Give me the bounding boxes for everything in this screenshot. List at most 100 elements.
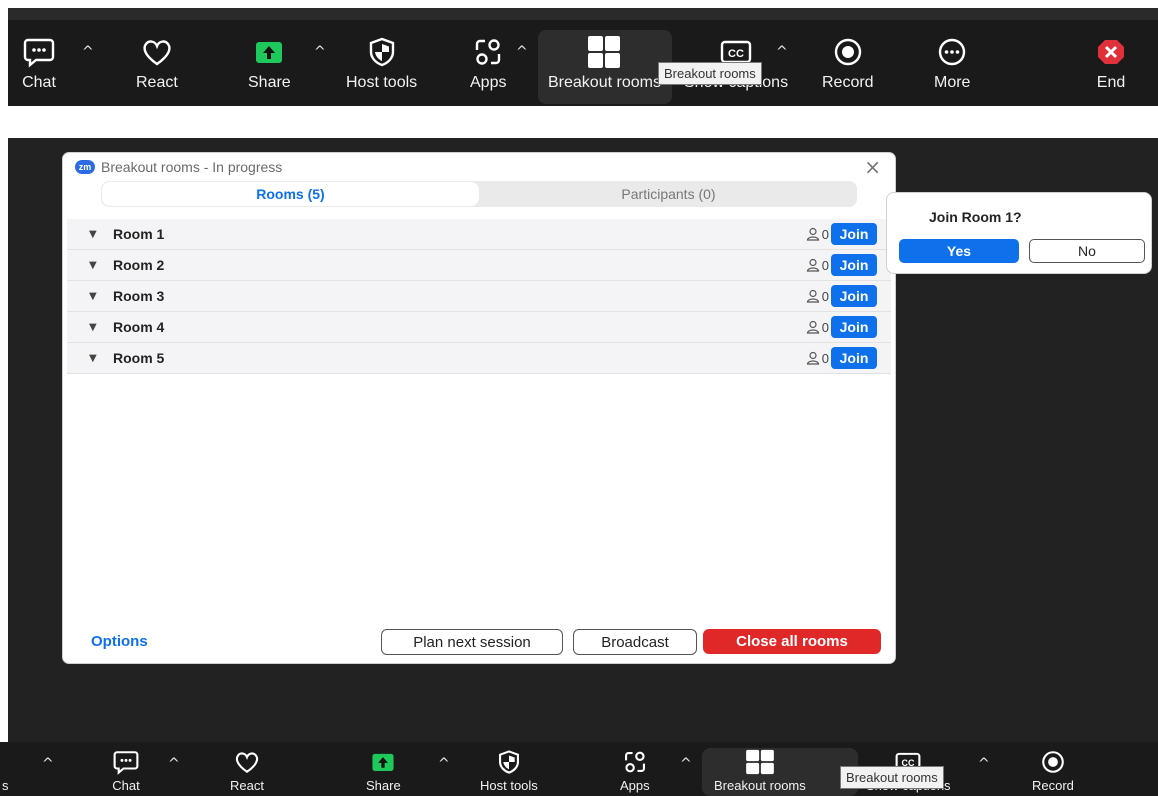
host-tools-label: Host tools: [480, 778, 538, 793]
host-tools-button[interactable]: Host tools: [346, 32, 417, 104]
share-caret-icon[interactable]: ^: [438, 756, 450, 772]
participant-count-value: 0: [821, 350, 829, 366]
room-row-1[interactable]: ▼ Room 1 0 Join: [67, 219, 891, 250]
top-toolbar: Chat ^ React Share ^ Host tools Apps ^ B…: [8, 8, 1158, 106]
breakout-rooms-label: Breakout rooms: [714, 778, 806, 793]
panel-title: Breakout rooms - In progress: [101, 159, 283, 175]
captions-caret-icon[interactable]: ^: [978, 756, 990, 772]
room-name: Room 2: [113, 257, 165, 273]
record-label: Record: [1032, 778, 1074, 793]
chat-caret-icon[interactable]: ^: [82, 44, 94, 60]
yes-button[interactable]: Yes: [899, 239, 1019, 263]
join-button[interactable]: Join: [831, 285, 877, 307]
person-icon: [806, 258, 819, 272]
breakout-rooms-button[interactable]: Breakout rooms: [548, 32, 661, 104]
rooms-list: ▼ Room 1 0 Join ▼ Room 2 0 Join ▼ Room 3…: [67, 219, 891, 374]
apps-icon: [471, 32, 505, 72]
chat-button[interactable]: Chat: [112, 748, 140, 793]
join-button[interactable]: Join: [831, 347, 877, 369]
shield-icon: [495, 748, 523, 776]
apps-button[interactable]: Apps: [470, 32, 506, 104]
more-label: More: [934, 74, 971, 91]
react-label: React: [230, 778, 264, 793]
end-icon: [1094, 32, 1128, 72]
plan-next-session-button[interactable]: Plan next session: [381, 629, 563, 655]
options-link[interactable]: Options: [91, 633, 148, 650]
participant-count-value: 0: [821, 288, 829, 304]
heart-icon: [140, 32, 174, 72]
room-row-2[interactable]: ▼ Room 2 0 Join: [67, 250, 891, 281]
zoom-logo-icon: zm: [75, 160, 95, 174]
join-button[interactable]: Join: [831, 254, 877, 276]
chat-icon: [112, 748, 140, 776]
room-row-4[interactable]: ▼ Room 4 0 Join: [67, 312, 891, 343]
apps-button[interactable]: Apps: [620, 748, 650, 793]
shield-icon: [365, 32, 399, 72]
record-button[interactable]: Record: [822, 32, 874, 104]
record-button[interactable]: Record: [1032, 748, 1074, 793]
react-button[interactable]: React: [230, 748, 264, 793]
cut-off-label: s: [2, 778, 9, 793]
room-row-5[interactable]: ▼ Room 5 0 Join: [67, 343, 891, 374]
expand-chevron-icon[interactable]: ▼: [89, 291, 97, 302]
caret-icon[interactable]: ^: [42, 756, 54, 772]
tab-participants[interactable]: Participants (0): [480, 181, 857, 207]
record-icon: [831, 32, 865, 72]
breakout-rooms-icon: [587, 32, 621, 72]
join-room-popup: Join Room 1? Yes No: [886, 192, 1152, 274]
end-button[interactable]: End: [1094, 32, 1128, 104]
chat-caret-icon[interactable]: ^: [168, 756, 180, 772]
join-button[interactable]: Join: [831, 316, 877, 338]
room-name: Room 1: [113, 226, 165, 242]
host-tools-button[interactable]: Host tools: [480, 748, 538, 793]
no-button[interactable]: No: [1029, 239, 1145, 263]
person-icon: [806, 289, 819, 303]
close-all-rooms-button[interactable]: Close all rooms: [703, 629, 881, 654]
breakout-rooms-tooltip: Breakout rooms: [840, 766, 944, 789]
expand-chevron-icon[interactable]: ▼: [89, 260, 97, 271]
room-row-3[interactable]: ▼ Room 3 0 Join: [67, 281, 891, 312]
chat-label: Chat: [112, 778, 140, 793]
chat-button[interactable]: Chat: [22, 32, 56, 104]
share-button[interactable]: Share: [248, 32, 291, 104]
breakout-rooms-panel: zm Breakout rooms - In progress × Rooms …: [62, 152, 896, 664]
person-icon: [806, 320, 819, 334]
panel-footer: Options Plan next session Broadcast Clos…: [63, 623, 895, 663]
participant-count: 0: [806, 351, 829, 366]
apps-icon: [621, 748, 649, 776]
share-icon: [252, 32, 286, 72]
expand-chevron-icon[interactable]: ▼: [89, 322, 97, 333]
captions-caret-icon[interactable]: ^: [776, 44, 788, 60]
share-caret-icon[interactable]: ^: [314, 44, 326, 60]
chat-label: Chat: [22, 74, 56, 91]
participant-count-value: 0: [821, 257, 829, 273]
more-icon: [935, 32, 969, 72]
more-button[interactable]: More: [934, 32, 970, 104]
broadcast-button[interactable]: Broadcast: [573, 629, 697, 655]
expand-chevron-icon[interactable]: ▼: [89, 353, 97, 364]
expand-chevron-icon[interactable]: ▼: [89, 229, 97, 240]
breakout-rooms-icon: [745, 748, 775, 776]
room-name: Room 3: [113, 288, 165, 304]
person-icon: [806, 227, 819, 241]
share-label: Share: [366, 778, 401, 793]
share-button[interactable]: Share: [366, 748, 401, 793]
tab-rooms[interactable]: Rooms (5): [102, 182, 479, 206]
breakout-rooms-label: Breakout rooms: [548, 74, 661, 91]
panel-tabs: Rooms (5) Participants (0): [101, 181, 857, 207]
join-button[interactable]: Join: [831, 223, 877, 245]
panel-title-bar: zm Breakout rooms - In progress: [75, 159, 282, 175]
share-icon: [369, 748, 397, 776]
close-icon[interactable]: ×: [864, 155, 881, 179]
share-label: Share: [248, 74, 291, 91]
participant-count: 0: [806, 258, 829, 273]
apps-caret-icon[interactable]: ^: [516, 44, 528, 60]
react-button[interactable]: React: [136, 32, 178, 104]
apps-caret-icon[interactable]: ^: [680, 756, 692, 772]
apps-label: Apps: [470, 74, 507, 91]
end-label: End: [1096, 74, 1126, 91]
room-name: Room 4: [113, 319, 165, 335]
participant-count: 0: [806, 320, 829, 335]
breakout-rooms-button[interactable]: Breakout rooms: [714, 748, 806, 793]
participant-count: 0: [806, 289, 829, 304]
